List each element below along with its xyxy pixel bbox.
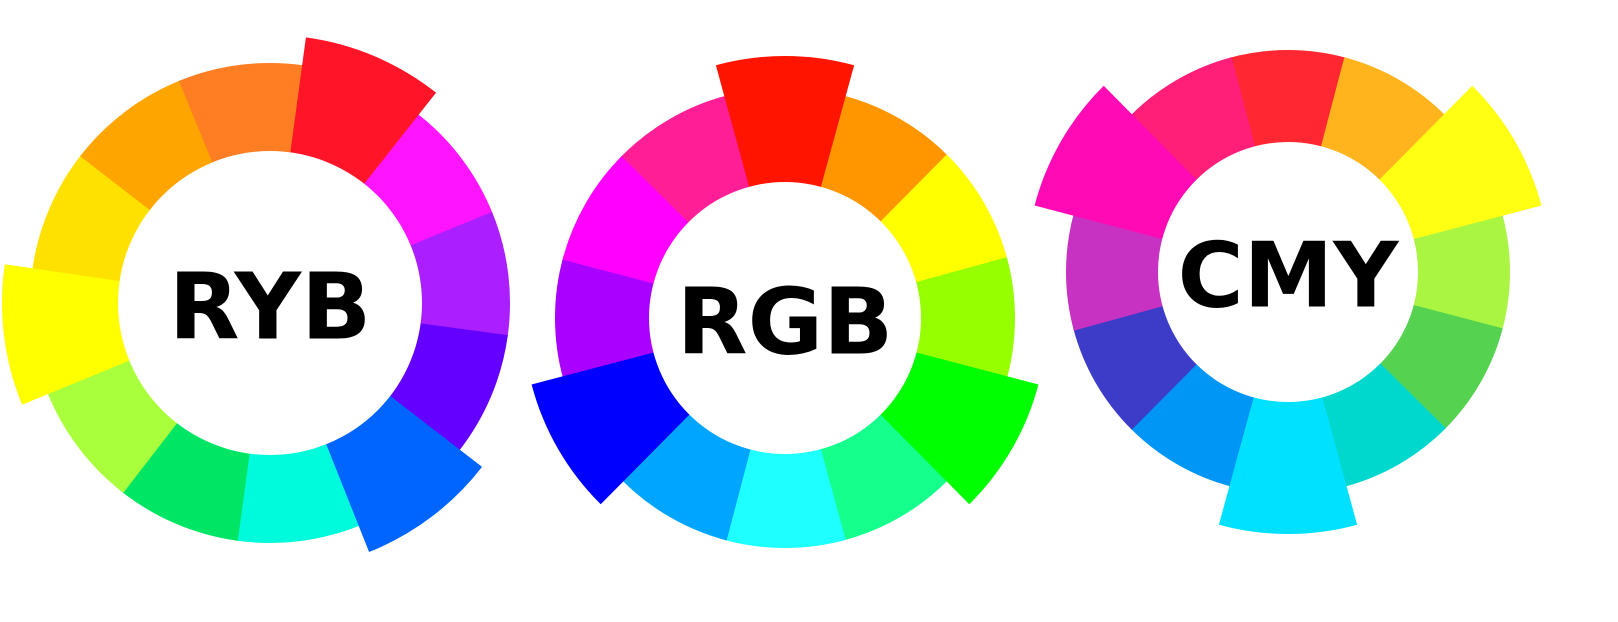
ryb-wheel: RYB [2,37,511,553]
rgb-wheel: RGB [531,56,1039,549]
color-wheels-diagram: RYB RGB CMY [2,37,1542,553]
cmy-wheel: CMY [1034,50,1542,534]
cmy-wheel-label: CMY [1178,224,1401,329]
ryb-wheel-label: RYB [169,254,372,361]
rgb-wheel-label: RGB [677,269,893,376]
